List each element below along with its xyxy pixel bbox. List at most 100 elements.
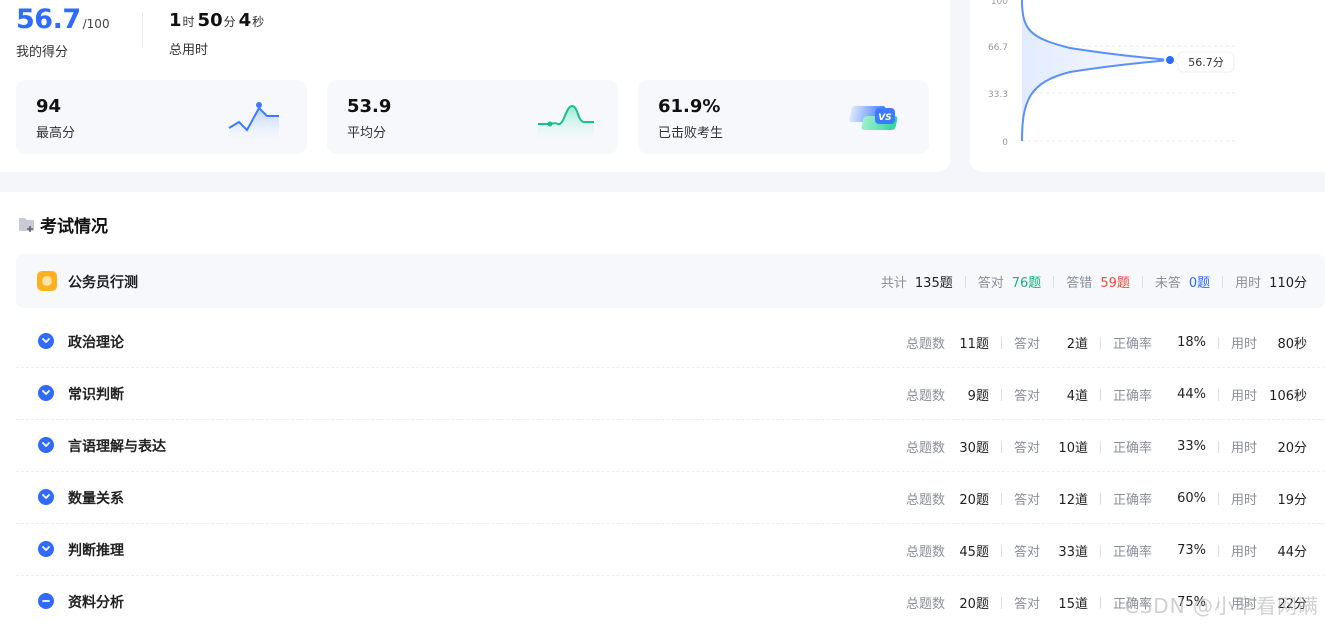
- unanswered-key: 未答: [1154, 276, 1181, 291]
- total-value: 9题: [967, 389, 989, 404]
- separator: [1053, 275, 1055, 288]
- category-name: 资料分析: [68, 595, 124, 611]
- score-label: 我的得分: [16, 45, 69, 60]
- total-key: 总题数: [905, 389, 945, 404]
- separator: [1000, 440, 1002, 453]
- rate-value: 60%: [1177, 491, 1206, 506]
- folder-add-icon: [19, 217, 34, 232]
- divider: [142, 12, 143, 48]
- category-row[interactable]: 数量关系 总题数 20题 答对 12道 正确率 60% 用时 19分: [16, 472, 1325, 524]
- category-name: 言语理解与表达: [68, 439, 166, 455]
- svg-text:VS: VS: [878, 113, 891, 123]
- category-stats: 总题数 45题 答对 33道 正确率 73% 用时 44分: [906, 541, 1307, 560]
- time-seconds: 4: [238, 10, 252, 31]
- time-key: 用时: [1230, 493, 1257, 508]
- wrong-key: 答错: [1066, 276, 1093, 291]
- separator: [1099, 492, 1101, 505]
- correct-key: 答对: [1013, 493, 1040, 508]
- time-hours: 1: [169, 10, 182, 31]
- total-value: 30题: [959, 441, 989, 456]
- separator: [964, 275, 966, 288]
- correct-value: 12道: [1058, 493, 1088, 508]
- separator: [1000, 388, 1002, 401]
- separator: [1099, 596, 1101, 609]
- total-key: 总题数: [905, 545, 945, 560]
- total-value: 135题: [914, 276, 953, 291]
- y-tick: 33.3: [988, 90, 1008, 100]
- watermark: CSDN @小卒看网瞒: [1124, 594, 1319, 618]
- total-value: 20题: [959, 493, 989, 508]
- my-score-marker: [1164, 54, 1176, 66]
- score-distribution-card: 100 66.7 33.3 0 56.7分: [970, 0, 1325, 172]
- section-header: 考试情况: [18, 212, 108, 237]
- average-wave-icon: [538, 104, 594, 142]
- rate-key: 正确率: [1112, 545, 1152, 560]
- correct-key: 答对: [1013, 597, 1040, 612]
- time-key: 用时: [1230, 441, 1257, 456]
- wrong-value: 59题: [1100, 276, 1130, 291]
- time-minutes-unit: 分: [223, 15, 236, 29]
- stat-value: 53.9: [347, 96, 392, 117]
- correct-value: 76题: [1011, 276, 1042, 291]
- correct-key: 答对: [1013, 337, 1040, 352]
- category-stats: 总题数 11题 答对 2道 正确率 18% 用时 80秒: [906, 333, 1307, 352]
- category-row[interactable]: 政治理论 总题数 11题 答对 2道 正确率 18% 用时 80秒: [16, 316, 1325, 368]
- chevron-down-icon[interactable]: [38, 489, 54, 505]
- time-seconds-unit: 秒: [252, 15, 265, 29]
- stat-label: 最高分: [36, 126, 76, 141]
- marker-label: 56.7分: [1188, 56, 1224, 69]
- separator: [1217, 492, 1219, 505]
- total-value: 20题: [959, 597, 989, 612]
- y-tick: 100: [991, 0, 1008, 7]
- chevron-down-icon[interactable]: [38, 437, 54, 453]
- exam-summary-stats: 共计 135题 答对 76题 答错 59题 未答 0题 用时 110分: [881, 272, 1307, 291]
- score-summary-card: 56.7 /100 我的得分 1 时 50 分 4 秒 总用时 94 最高分 5…: [0, 0, 950, 172]
- total-value: 11题: [959, 337, 989, 352]
- category-name: 数量关系: [68, 491, 124, 507]
- time-value: 19分: [1277, 493, 1307, 508]
- category-stats: 总题数 20题 答对 12道 正确率 60% 用时 19分: [906, 489, 1307, 508]
- rate-key: 正确率: [1112, 493, 1152, 508]
- peak-line-icon: [228, 102, 279, 142]
- category-name: 判断推理: [68, 543, 124, 559]
- section-title: 考试情况: [40, 217, 108, 237]
- total-value: 45题: [959, 545, 989, 560]
- exam-summary-row[interactable]: 公务员行测 共计 135题 答对 76题 答错 59题 未答 0题 用时 110…: [16, 254, 1325, 308]
- correct-value: 33道: [1058, 545, 1088, 560]
- category-row[interactable]: 判断推理 总题数 45题 答对 33道 正确率 73% 用时 44分: [16, 524, 1325, 576]
- my-score: 56.7 /100 我的得分: [16, 4, 110, 60]
- category-row[interactable]: 言语理解与表达 总题数 30题 答对 10道 正确率 33% 用时 20分: [16, 420, 1325, 472]
- score-tooltip: 56.7分: [1173, 51, 1235, 73]
- collapse-icon[interactable]: [38, 593, 54, 609]
- separator: [1217, 388, 1219, 401]
- time-key: 用时: [1230, 337, 1257, 352]
- correct-key: 答对: [1013, 441, 1040, 456]
- separator: [1141, 275, 1143, 288]
- separator: [1099, 388, 1101, 401]
- correct-value: 4道: [1066, 389, 1088, 404]
- y-tick: 0: [1002, 138, 1008, 148]
- unanswered-value: 0题: [1188, 276, 1211, 291]
- chevron-down-icon[interactable]: [38, 385, 54, 401]
- stat-value: 94: [36, 96, 62, 117]
- category-name: 常识判断: [68, 387, 124, 403]
- rate-value: 33%: [1177, 439, 1206, 454]
- category-row[interactable]: 常识判断 总题数 9题 答对 4道 正确率 44% 用时 106秒: [16, 368, 1325, 420]
- chevron-down-icon[interactable]: [38, 333, 54, 349]
- stat-label: 已击败考生: [658, 126, 724, 141]
- stat-defeated: 61.9% 已击败考生 VS: [638, 80, 929, 154]
- stat-value: 61.9%: [658, 96, 721, 117]
- stat-average: 53.9 平均分: [327, 80, 618, 154]
- time-value: 44分: [1277, 545, 1307, 560]
- time-hours-unit: 时: [182, 15, 195, 29]
- separator: [1099, 440, 1101, 453]
- total-time: 1 时 50 分 4 秒 总用时: [169, 10, 267, 58]
- chevron-down-icon[interactable]: [38, 541, 54, 557]
- rate-key: 正确率: [1112, 389, 1152, 404]
- time-value: 20分: [1277, 441, 1307, 456]
- exam-name: 公务员行测: [68, 275, 138, 291]
- score-value: 56.7: [16, 4, 81, 35]
- exam-section: 考试情况 公务员行测 共计 135题 答对 76题 答错 59题 未答 0题 用…: [0, 192, 1325, 627]
- stat-label: 平均分: [347, 126, 387, 141]
- time-key: 用时: [1235, 276, 1262, 291]
